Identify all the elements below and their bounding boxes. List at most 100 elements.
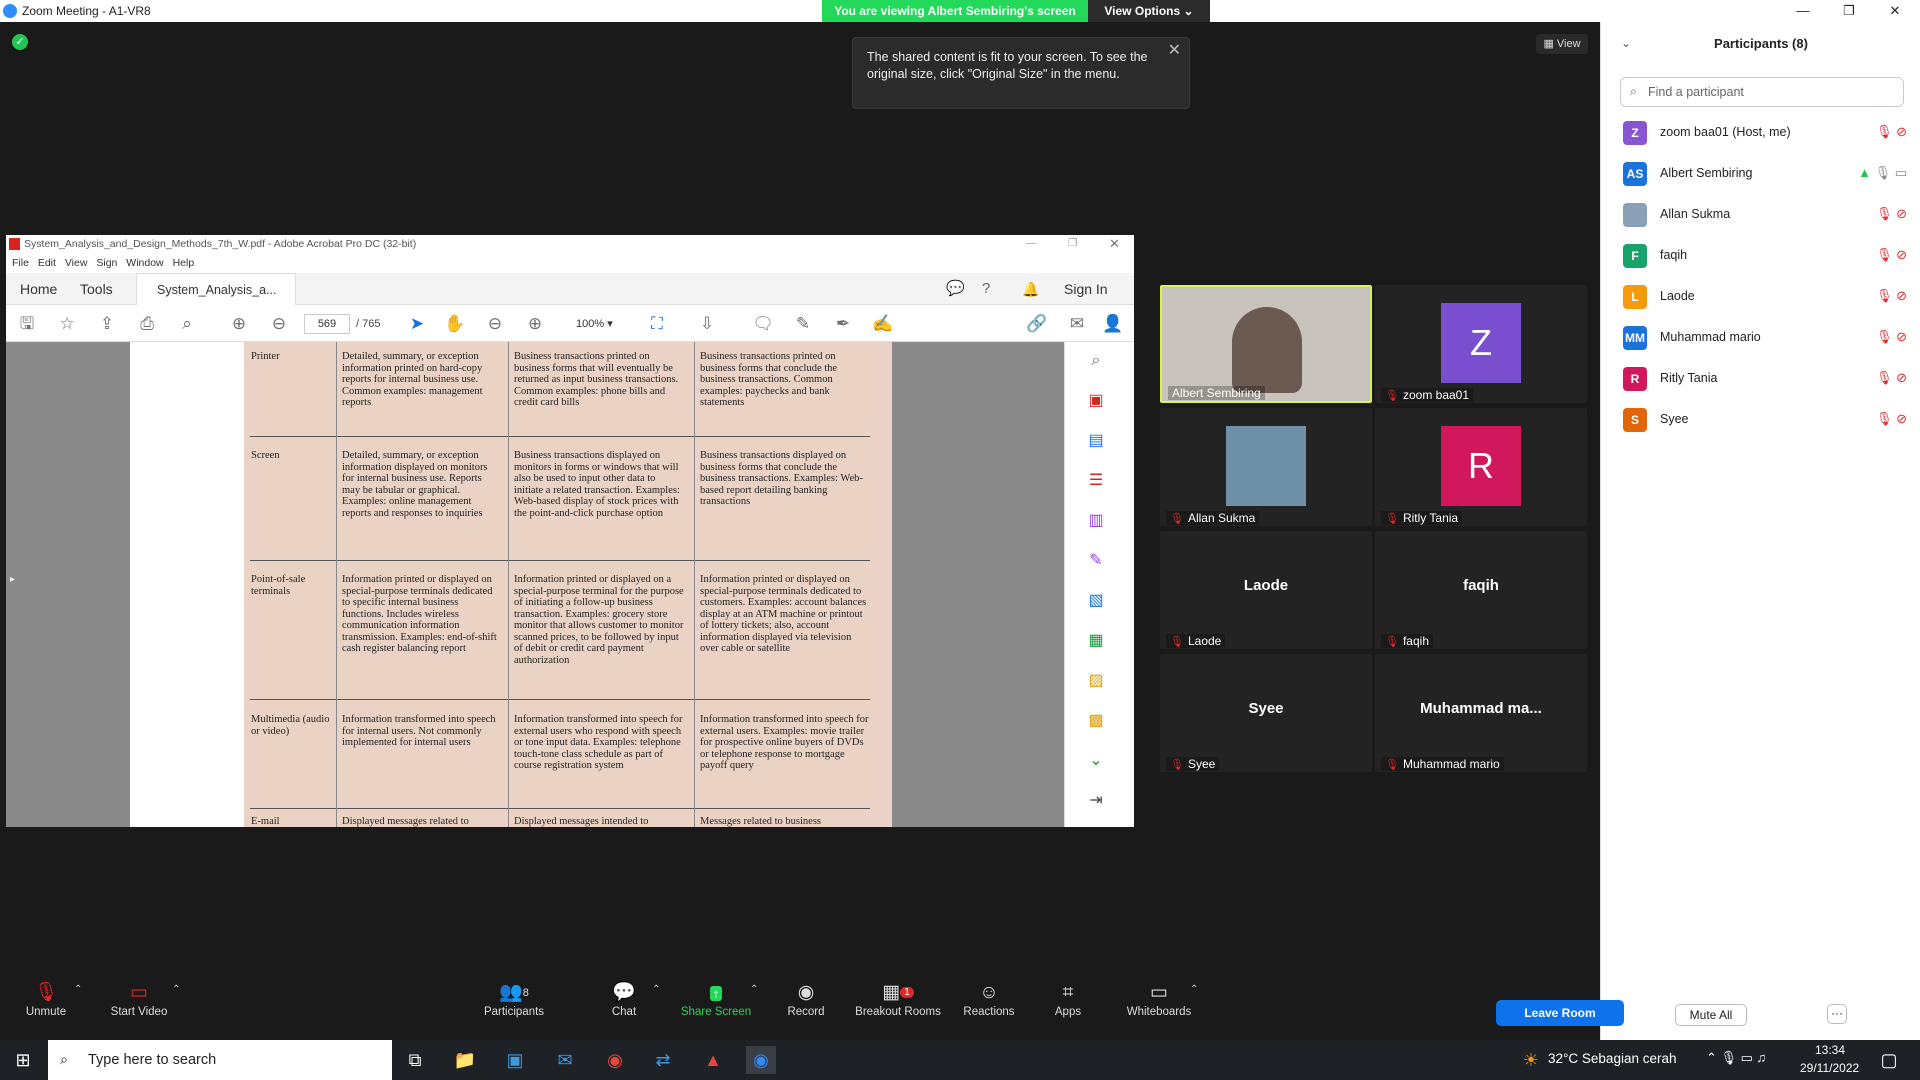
collapse-panel-icon[interactable]: ⇥	[1085, 790, 1107, 812]
video-tile[interactable]: Laode 🎙 Laode	[1160, 531, 1372, 649]
video-tile[interactable]: R 🎙 Ritly Tania	[1375, 408, 1587, 526]
menu-window[interactable]: Window	[126, 257, 163, 269]
clock-time[interactable]: 13:34	[1815, 1043, 1845, 1057]
store-icon[interactable]: ▣	[500, 1046, 530, 1074]
menu-edit[interactable]: Edit	[38, 257, 56, 269]
mic-muted-icon[interactable]: 🎙 ⊘	[1876, 370, 1907, 386]
mic-muted-icon[interactable]: 🎙 ⊘	[1876, 288, 1907, 304]
bell-icon[interactable]: 🔔	[1022, 273, 1039, 305]
whiteboard-options-icon[interactable]: ⌃	[1190, 984, 1198, 995]
prev-page-icon[interactable]: ⊕	[228, 313, 250, 335]
tray-icons[interactable]: ⌃ 🎙 ▭ ♫	[1706, 1050, 1766, 1066]
acrobat-taskbar-icon[interactable]: ▲	[698, 1046, 728, 1074]
compress-icon[interactable]: ▦	[1085, 630, 1107, 652]
taskbar-search-input[interactable]: ⌕ Type here to search	[48, 1040, 392, 1080]
sign-in-button[interactable]: Sign In	[1064, 273, 1108, 305]
page-number-input[interactable]: 569	[304, 314, 350, 334]
unmute-button[interactable]: 🎙 Unmute	[18, 978, 74, 1040]
video-tile[interactable]: Albert Sembiring	[1160, 285, 1372, 403]
participant-row[interactable]: F faqih 🎙 ⊘	[1601, 235, 1920, 276]
mic-muted-icon[interactable]: 🎙 ⊘	[1876, 329, 1907, 345]
participant-row[interactable]: Z zoom baa01 (Host, me) 🎙 ⊘	[1601, 112, 1920, 153]
video-tile[interactable]: Muhammad ma... 🎙 Muhammad mario	[1375, 654, 1587, 772]
zoom-taskbar-icon[interactable]: ◉	[746, 1046, 776, 1074]
document-area[interactable]: Printer Detailed, summary, or exception …	[6, 342, 1091, 827]
video-tile[interactable]: Syee 🎙 Syee	[1160, 654, 1372, 772]
mic-muted-icon[interactable]: 🎙 ⊘	[1876, 247, 1907, 263]
close-icon[interactable]: ✕	[1168, 42, 1181, 59]
more-tools-icon[interactable]: ⌄	[1085, 750, 1107, 772]
windows-start-icon[interactable]: ⊞	[8, 1046, 38, 1074]
video-tile[interactable]: faqih 🎙 faqih	[1375, 531, 1587, 649]
create-pdf-icon[interactable]: ▣	[1085, 390, 1107, 412]
teamviewer-icon[interactable]: ⇄	[648, 1046, 678, 1074]
comment-side-icon[interactable]: ▩	[1085, 710, 1107, 732]
restore-button[interactable]: ❐	[1826, 0, 1872, 22]
mic-muted-icon[interactable]: 🎙 ⊘	[1876, 124, 1907, 140]
mic-muted-icon[interactable]: 🎙 ⊘	[1876, 411, 1907, 427]
task-view-icon[interactable]: ⧉	[400, 1046, 430, 1074]
record-button[interactable]: ◉ Record	[784, 978, 828, 1040]
fill-sign-side-icon[interactable]: ✎	[1085, 550, 1107, 572]
next-page-icon[interactable]: ⊖	[268, 313, 290, 335]
add-comment-icon[interactable]: 🗨	[752, 313, 774, 335]
draw-icon[interactable]: ✒	[832, 313, 854, 335]
export-pdf-icon[interactable]: ▤	[1085, 430, 1107, 452]
whiteboards-button[interactable]: ▭ Whiteboards	[1124, 978, 1194, 1040]
close-window-button[interactable]: ✕	[1872, 0, 1918, 22]
add-user-icon[interactable]: 👤	[1102, 313, 1124, 335]
leave-room-button[interactable]: Leave Room	[1496, 1000, 1624, 1026]
clock-date[interactable]: 29/11/2022	[1800, 1061, 1859, 1075]
menu-view[interactable]: View	[65, 257, 88, 269]
share-screen-button[interactable]: ↑ Share Screen	[678, 978, 754, 1040]
video-tile[interactable]: Z 🎙 zoom baa01	[1375, 285, 1587, 403]
chrome-icon[interactable]: ◉	[600, 1046, 630, 1074]
acrobat-close-icon[interactable]: ✕	[1109, 236, 1120, 252]
edit-pdf-icon[interactable]: ▥	[1085, 510, 1107, 532]
mic-muted-icon[interactable]: 🎙 ⊘	[1876, 206, 1907, 222]
encryption-shield-icon[interactable]: ✓	[12, 34, 28, 50]
start-video-button[interactable]: ▭ Start Video	[104, 978, 174, 1040]
organize-pages-icon[interactable]: ☰	[1085, 470, 1107, 492]
select-cursor-icon[interactable]: ➤	[406, 313, 428, 335]
video-tile[interactable]: 🎙 Allan Sukma	[1160, 408, 1372, 526]
acrobat-minimize-icon[interactable]: —	[1026, 237, 1037, 249]
chat-button[interactable]: 💬 Chat	[606, 978, 642, 1040]
search-icon[interactable]: ⌕	[176, 313, 198, 335]
participant-row[interactable]: L Laode 🎙 ⊘	[1601, 276, 1920, 317]
reactions-button[interactable]: ☺ Reactions	[962, 978, 1016, 1040]
participant-row[interactable]: AS Albert Sembiring ▲ 🎙 ▭	[1601, 153, 1920, 194]
notifications-icon[interactable]: ▢	[1874, 1046, 1904, 1074]
acrobat-restore-icon[interactable]: ❐	[1068, 237, 1077, 249]
apps-button[interactable]: ⌗ Apps	[1052, 978, 1084, 1040]
chat-options-icon[interactable]: ⌃	[652, 984, 660, 995]
email-icon[interactable]: ✉	[1066, 313, 1088, 335]
mail-icon[interactable]: ✉	[550, 1046, 580, 1074]
participant-row[interactable]: R Ritly Tania 🎙 ⊘	[1601, 358, 1920, 399]
zoom-out-icon[interactable]: ⊖	[484, 313, 506, 335]
zoom-in-icon[interactable]: ⊕	[524, 313, 546, 335]
expand-left-icon[interactable]: ▸	[10, 574, 15, 585]
breakout-rooms-button[interactable]: ▦ 1 Breakout Rooms	[854, 978, 942, 1040]
menu-help[interactable]: Help	[173, 257, 195, 269]
star-icon[interactable]: ☆	[56, 313, 78, 335]
participant-row[interactable]: S Syee 🎙 ⊘	[1601, 399, 1920, 440]
tab-home[interactable]: Home	[20, 273, 57, 305]
weather-icon[interactable]: ☀	[1516, 1046, 1546, 1074]
scroll-mode-icon[interactable]: ⇩	[696, 313, 718, 335]
file-explorer-icon[interactable]: 📁	[450, 1046, 480, 1074]
fill-sign-icon[interactable]: ✍	[872, 313, 894, 335]
mute-all-button[interactable]: Mute All	[1675, 1004, 1747, 1026]
participant-row[interactable]: Allan Sukma 🎙 ⊘	[1601, 194, 1920, 235]
tab-tools[interactable]: Tools	[80, 273, 113, 305]
help-icon[interactable]: ?	[982, 273, 990, 305]
save-icon[interactable]: 🖫	[16, 313, 38, 335]
audio-options-icon[interactable]: ⌃	[74, 984, 82, 995]
comment-icon[interactable]: 💬	[946, 273, 965, 305]
protect-icon[interactable]: ▨	[1085, 670, 1107, 692]
highlight-icon[interactable]: ✎	[792, 313, 814, 335]
participant-search-input[interactable]: ⌕ Find a participant	[1620, 77, 1904, 107]
participants-button[interactable]: 👥8 Participants	[478, 978, 550, 1040]
tab-document[interactable]: System_Analysis_a... ✕	[136, 273, 296, 329]
fit-page-icon[interactable]: ⛶	[646, 313, 668, 335]
